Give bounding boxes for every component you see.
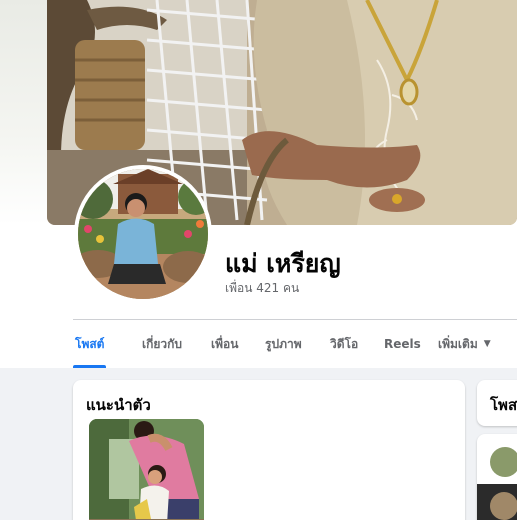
intro-card: แนะนำตัว bbox=[73, 380, 465, 520]
tab-reels[interactable]: Reels bbox=[384, 320, 421, 368]
tab-label: เพิ่มเติม bbox=[438, 336, 478, 351]
tab-photos[interactable]: รูปภาพ bbox=[265, 320, 302, 368]
composer-avatar[interactable] bbox=[490, 447, 517, 477]
tab-label: Reels bbox=[384, 337, 421, 351]
friends-count[interactable]: เพื่อน 421 คน bbox=[225, 279, 299, 298]
tab-friends[interactable]: เพื่อน bbox=[211, 320, 238, 368]
tab-label: เพื่อน bbox=[211, 336, 239, 351]
tab-posts[interactable]: โพสต์ bbox=[72, 320, 108, 368]
profile-avatar[interactable] bbox=[74, 165, 212, 303]
profile-name[interactable]: แม่ เหรียญ bbox=[225, 244, 341, 284]
posts-card: โพสต์ bbox=[477, 380, 517, 426]
page-edge-background bbox=[0, 0, 47, 225]
profile-tabs: โพสต์ เกี่ยวกับ เพื่อน รูปภาพ วิดีโอ Ree… bbox=[72, 320, 517, 368]
featured-photo[interactable] bbox=[89, 419, 204, 520]
avatar-image bbox=[78, 169, 208, 299]
tab-more[interactable]: เพิ่มเติม ▼ bbox=[438, 320, 491, 368]
intro-title: แนะนำตัว bbox=[86, 396, 151, 414]
tab-label: วิดีโอ bbox=[330, 336, 359, 351]
posts-title: โพสต์ bbox=[490, 396, 517, 414]
caret-down-icon: ▼ bbox=[483, 339, 491, 349]
tab-about[interactable]: เกี่ยวกับ bbox=[142, 320, 182, 368]
post-author-avatar[interactable] bbox=[490, 492, 517, 520]
tab-label: โพสต์ bbox=[75, 336, 105, 351]
tab-label: รูปภาพ bbox=[265, 336, 302, 351]
post-composer-card bbox=[477, 434, 517, 520]
tab-label: เกี่ยวกับ bbox=[142, 336, 183, 351]
featured-photo-image bbox=[89, 419, 204, 520]
tab-videos[interactable]: วิดีโอ bbox=[330, 320, 358, 368]
